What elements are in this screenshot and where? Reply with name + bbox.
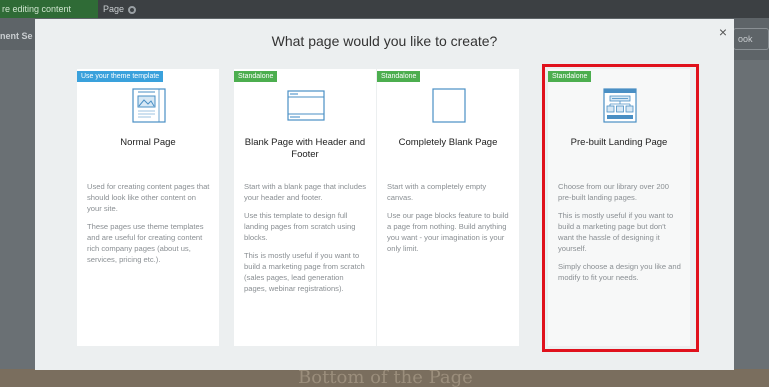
background-right-button: ook (733, 28, 769, 50)
card-badge: Use your theme template (77, 71, 164, 82)
card-normal-page[interactable]: Use your theme template Normal Page Used… (77, 69, 219, 346)
card-description: Start with a blank page that includes yo… (244, 181, 368, 301)
card-paragraph: These pages use theme templates and are … (87, 222, 204, 264)
browser-window-icon (287, 90, 325, 121)
modal-title: What page would you like to create? (271, 33, 498, 49)
card-description: Used for creating content pages that sho… (87, 181, 211, 272)
card-blank-header-footer[interactable]: Standalone Blank Page with Header and Fo… (234, 69, 376, 346)
page-tab-label: Page (103, 4, 125, 14)
card-completely-blank[interactable]: Standalone Completely Blank Page Start w… (377, 69, 519, 346)
card-title: Completely Blank Page (398, 137, 498, 148)
background-left-panel (0, 50, 36, 387)
card-paragraph: Start with a completely empty canvas. (387, 182, 487, 202)
card-paragraph: This is mostly useful if you want to bui… (244, 251, 365, 293)
selection-highlight-frame (542, 64, 699, 352)
document-image-icon (132, 88, 166, 123)
card-paragraph: Used for creating content pages that sho… (87, 182, 210, 213)
card-title: Normal Page (120, 137, 176, 148)
card-description: Start with a completely empty canvas. Us… (387, 181, 511, 261)
blank-page-icon (432, 88, 466, 123)
card-badge: Standalone (377, 71, 421, 82)
gear-icon[interactable] (128, 5, 137, 14)
background-bottom-text: Bottom of the Page (298, 367, 473, 387)
card-paragraph: Use our page blocks feature to build a p… (387, 211, 509, 253)
background-left-label: nent Se (0, 31, 33, 41)
close-icon[interactable]: × (715, 24, 731, 40)
card-badge: Standalone (234, 71, 278, 82)
page-tab[interactable]: Page (103, 0, 137, 18)
card-paragraph: Start with a blank page that includes yo… (244, 182, 366, 202)
editor-topbar: re editing content Page (0, 0, 769, 18)
editing-status: re editing content (0, 0, 98, 18)
background-right-panel (733, 60, 769, 387)
card-paragraph: Use this template to design full landing… (244, 211, 356, 242)
card-title: Blank Page with Header and Footer (244, 137, 366, 160)
